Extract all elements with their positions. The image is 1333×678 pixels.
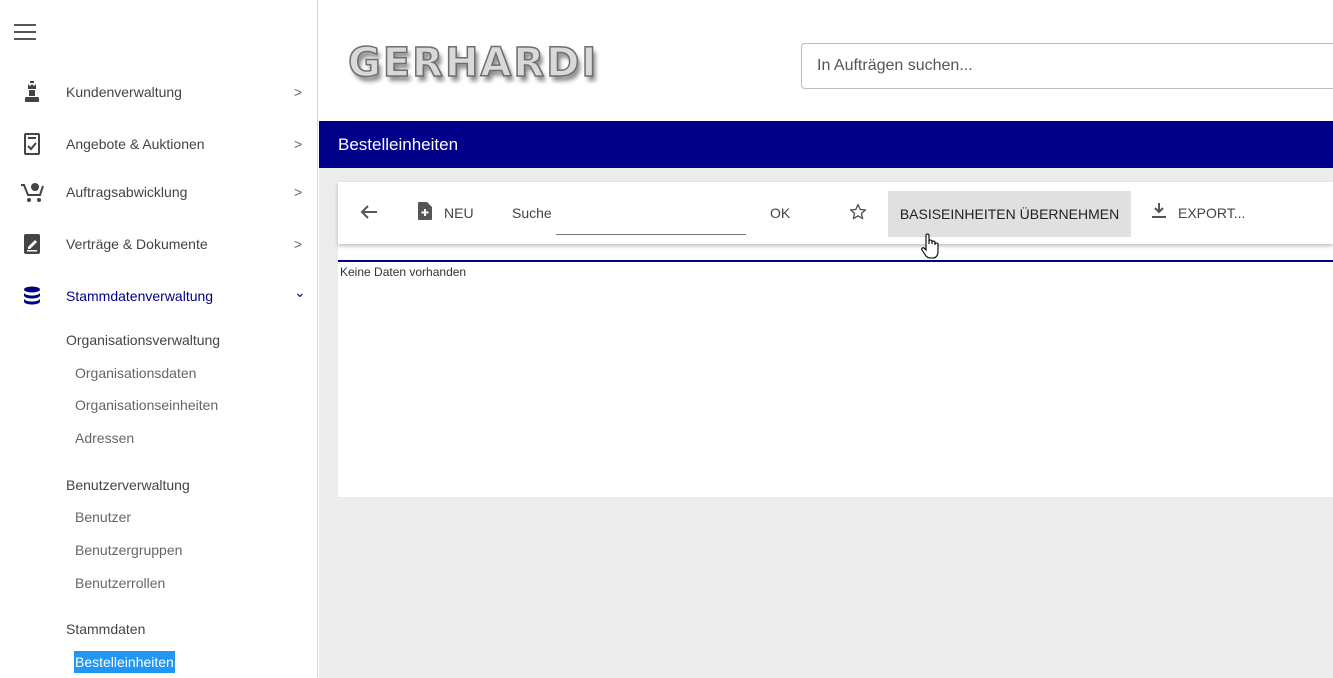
new-button[interactable]: NEU xyxy=(418,202,474,223)
page-title: Bestelleinheiten xyxy=(338,135,459,154)
sidebar-item-auftragsabwicklung[interactable]: Auftragsabwicklung > xyxy=(0,170,318,214)
chevron-right-icon: > xyxy=(294,136,303,152)
sidebar-link-benutzergruppen[interactable]: Benutzergruppen xyxy=(75,542,182,558)
sidebar-item-vertraege[interactable]: Verträge & Dokumente > xyxy=(0,222,318,266)
logo: GERHARDI xyxy=(347,39,599,87)
download-icon xyxy=(1152,203,1166,222)
back-arrow-icon[interactable] xyxy=(360,204,378,220)
sidebar-item-kundenverwaltung[interactable]: Kundenverwaltung > xyxy=(0,70,318,114)
star-icon[interactable] xyxy=(849,203,867,221)
database-icon xyxy=(22,285,42,307)
empty-state-text: Keine Daten vorhanden xyxy=(340,265,467,279)
new-button-label: NEU xyxy=(444,204,474,221)
export-button-label: EXPORT... xyxy=(1178,204,1246,221)
page-title-bar: Bestelleinheiten xyxy=(319,121,1333,168)
toolbar: NEU Suche OK BASISEINHEITEN ÜBERNEHMEN E… xyxy=(338,182,1333,244)
chevron-right-icon: > xyxy=(294,84,303,100)
sidebar-item-label: Kundenverwaltung xyxy=(66,84,182,100)
chevron-down-icon: ⌄ xyxy=(294,284,306,300)
search-input[interactable] xyxy=(556,193,746,235)
sidebar-link-organisationseinheiten[interactable]: Organisationseinheiten xyxy=(75,397,218,413)
receipt-icon xyxy=(22,133,42,155)
chevron-right-icon: > xyxy=(294,184,303,200)
sidebar-item-stammdatenverwaltung[interactable]: Stammdatenverwaltung ⌄ xyxy=(0,274,318,318)
sidebar-link-bestelleinheiten[interactable]: Bestelleinheiten xyxy=(74,651,175,673)
document-pen-icon xyxy=(22,233,42,255)
hand-pointer-cursor-icon xyxy=(920,232,942,265)
sidebar-item-label: Verträge & Dokumente xyxy=(66,236,208,252)
sidebar-link-adressen[interactable]: Adressen xyxy=(75,430,134,446)
chess-king-icon xyxy=(22,81,42,103)
order-search-input[interactable] xyxy=(802,44,1333,88)
section-heading-benutzerverwaltung: Benutzerverwaltung xyxy=(66,477,190,493)
apply-base-units-button[interactable]: BASISEINHEITEN ÜBERNEHMEN xyxy=(888,191,1131,237)
hamburger-menu-icon[interactable] xyxy=(14,24,36,40)
sidebar-item-label: Stammdatenverwaltung xyxy=(66,288,214,304)
sidebar-item-label: Auftragsabwicklung xyxy=(66,184,188,200)
export-button[interactable]: EXPORT... xyxy=(1152,203,1245,222)
order-search-box[interactable] xyxy=(801,43,1333,89)
shopping-cart-icon xyxy=(20,181,46,203)
section-heading-organisationsverwaltung: Organisationsverwaltung xyxy=(66,332,221,348)
table-header-divider xyxy=(338,260,1333,262)
sidebar-link-organisationsdaten[interactable]: Organisationsdaten xyxy=(75,365,196,381)
sidebar-item-angebote[interactable]: Angebote & Auktionen > xyxy=(0,122,318,166)
search-label: Suche xyxy=(512,205,552,221)
ok-button[interactable]: OK xyxy=(770,205,790,221)
sidebar-link-benutzerrollen[interactable]: Benutzerrollen xyxy=(75,575,165,591)
section-heading-stammdaten: Stammdaten xyxy=(66,621,146,637)
sidebar: Kundenverwaltung > Angebote & Auktionen … xyxy=(0,0,318,678)
chevron-right-icon: > xyxy=(294,236,303,252)
sidebar-item-label: Angebote & Auktionen xyxy=(66,136,205,152)
new-file-icon xyxy=(418,202,432,223)
sidebar-link-benutzer[interactable]: Benutzer xyxy=(75,509,131,525)
